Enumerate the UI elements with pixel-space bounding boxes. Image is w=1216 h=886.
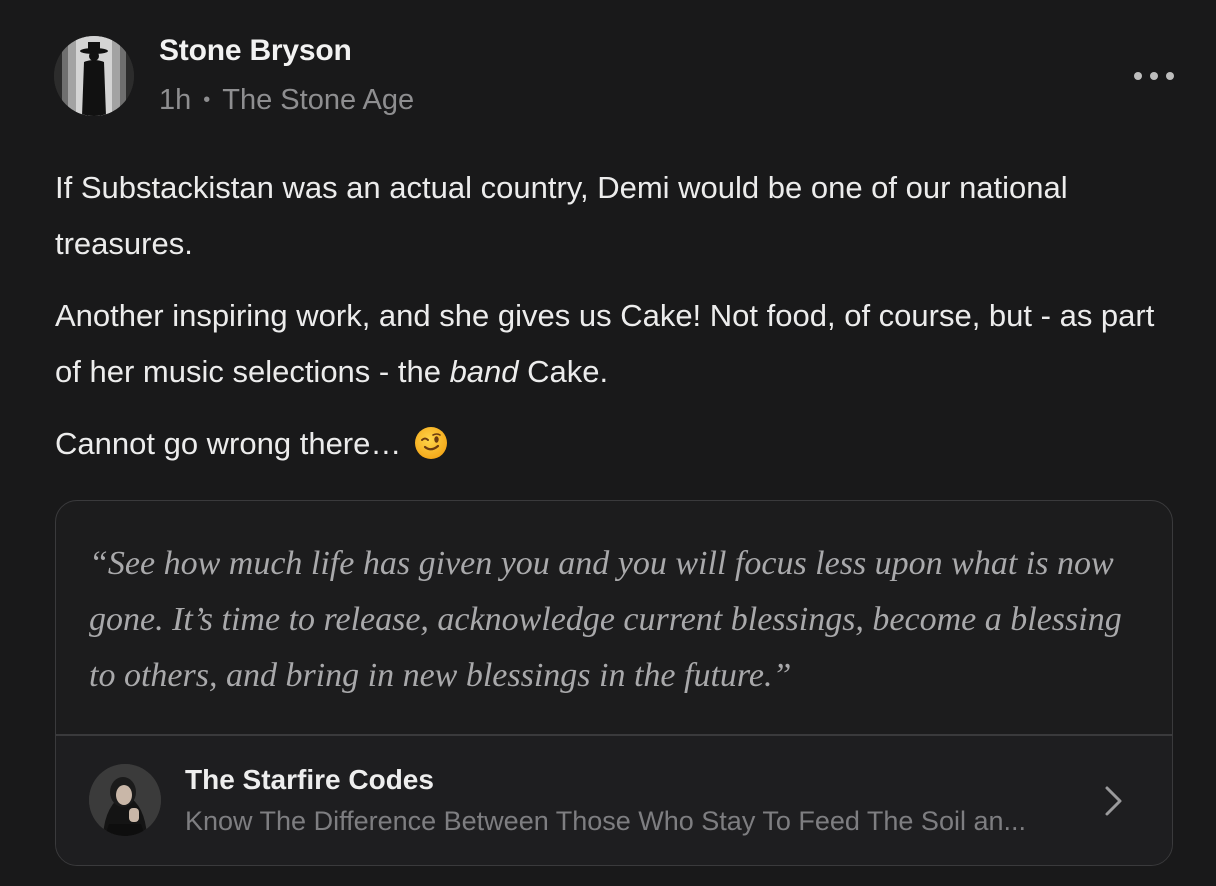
author-name[interactable]: Stone Bryson [159, 34, 352, 68]
source-post-link[interactable]: The Starfire Codes Know The Difference B… [56, 736, 1172, 865]
source-avatar-image [89, 764, 161, 836]
author-avatar[interactable] [54, 36, 134, 116]
source-subtitle: Know The Difference Between Those Who St… [185, 806, 1026, 836]
quote-card[interactable]: “See how much life has given you and you… [55, 500, 1173, 866]
chevron-right-icon[interactable] [1102, 784, 1126, 818]
publication-name[interactable]: The Stone Age [222, 84, 414, 117]
note-post: Stone Bryson 1h • The Stone Age If Subst… [0, 0, 1216, 886]
author-avatar-image [54, 36, 134, 116]
meta-separator: • [203, 89, 211, 111]
post-body: If Substackistan was an actual country, … [55, 160, 1180, 488]
paragraph-3: Cannot go wrong there… [55, 416, 1180, 472]
post-time: 1h [159, 84, 192, 116]
more-options-icon[interactable] [1134, 66, 1174, 86]
paragraph-2: Another inspiring work, and she gives us… [55, 298, 1155, 389]
paragraph-1: If Substackistan was an actual country, … [55, 170, 1068, 261]
winking-face-icon [415, 427, 447, 459]
post-meta: 1h • The Stone Age [159, 84, 414, 117]
source-avatar [89, 764, 161, 836]
source-title: The Starfire Codes [185, 764, 434, 795]
restack-quote: “See how much life has given you and you… [89, 545, 1122, 694]
